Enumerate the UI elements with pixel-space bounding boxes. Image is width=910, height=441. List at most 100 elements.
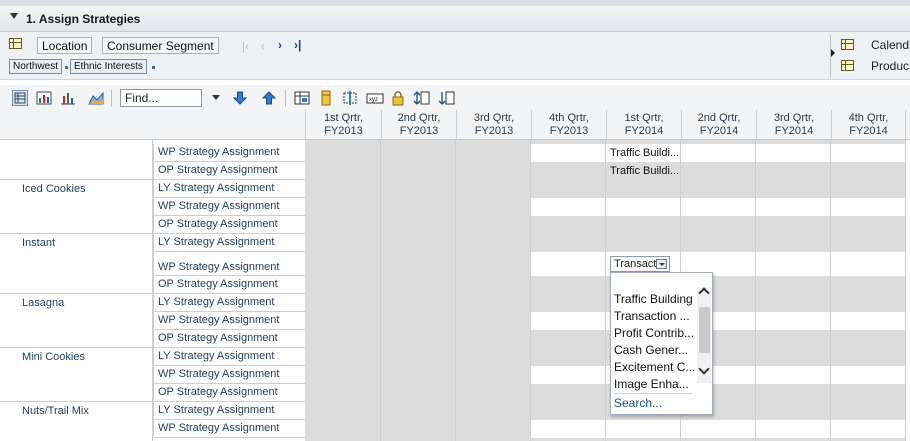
- toolbar-separator: [111, 90, 112, 107]
- column-header-q3-fy2014[interactable]: 3rd Qrtr, FY2014: [756, 110, 831, 140]
- column-header-q4-fy2013[interactable]: 4th Qrtr, FY2013: [531, 110, 606, 140]
- grid-icon[interactable]: [841, 39, 854, 50]
- spread-icon[interactable]: xyz: [366, 90, 384, 106]
- find-previous-icon[interactable]: [261, 90, 277, 106]
- product-iced-cookies[interactable]: Iced Cookies: [22, 183, 86, 195]
- dropdown-option-profit-contribution[interactable]: Profit Contrib...: [614, 325, 694, 341]
- measure-wp-strategy: WP Strategy Assignment: [153, 420, 305, 438]
- column-divider: [755, 140, 756, 441]
- dropdown-option-traffic-building[interactable]: Traffic Building: [614, 291, 693, 307]
- consumer-segment-button[interactable]: Consumer Segment: [102, 37, 219, 54]
- dropdown-option-transaction[interactable]: Transaction ...: [614, 308, 690, 324]
- measure-ly-strategy: LY Strategy Assignment: [153, 402, 305, 420]
- product-nuts-trail-mix[interactable]: Nuts/Trail Mix: [22, 405, 89, 417]
- strategy-select[interactable]: Transact: [610, 256, 670, 272]
- last-page-icon[interactable]: ›|: [294, 39, 301, 51]
- measure-op-strategy: OP Strategy Assignment: [153, 162, 305, 180]
- measure-ly-strategy: LY Strategy Assignment: [153, 348, 305, 366]
- chevron-down-icon[interactable]: [212, 95, 220, 100]
- format-icon[interactable]: [294, 90, 310, 106]
- next-page-icon[interactable]: ›: [278, 39, 282, 51]
- chevron-down-icon[interactable]: [656, 259, 667, 269]
- column-header-q1-fy2014[interactable]: 1st Qrtr, FY2014: [606, 110, 681, 140]
- measure-wp-strategy: WP Strategy Assignment: [153, 198, 305, 216]
- panel-header[interactable]: 1. Assign Strategies: [0, 6, 910, 32]
- column-header-label: 1st Qrtr, FY2013: [323, 112, 364, 137]
- find-input[interactable]: Find...: [120, 89, 202, 107]
- bar-chart-icon[interactable]: [60, 90, 76, 106]
- chart-table-icon[interactable]: [36, 90, 52, 106]
- data-cells-region: [531, 140, 906, 441]
- crumb-northwest[interactable]: Northwest: [9, 59, 63, 74]
- dropdown-scroll-thumb[interactable]: [699, 307, 710, 353]
- column-divider: [455, 140, 456, 441]
- strategy-dropdown[interactable]: Traffic Building Transaction ... Profit …: [610, 272, 713, 415]
- dropdown-option-excitement[interactable]: Excitement C...: [614, 359, 695, 375]
- divider: [0, 401, 153, 402]
- toolbar-separator: [285, 90, 286, 107]
- column-header-q3-fy2013[interactable]: 3rd Qrtr, FY2013: [456, 110, 531, 140]
- table-view-icon[interactable]: [12, 90, 28, 106]
- editable-row[interactable]: [531, 252, 906, 276]
- dropdown-divider: [614, 393, 692, 394]
- data-grid: Iced Cookies Instant Lasagna Mini Cookie…: [0, 140, 910, 441]
- divider: [0, 233, 153, 234]
- location-button[interactable]: Location: [37, 37, 93, 54]
- swap-columns-icon[interactable]: [438, 90, 455, 106]
- product-instant[interactable]: Instant: [22, 237, 55, 249]
- editable-row[interactable]: [531, 366, 906, 384]
- column-header-label: 4th Qrtr, FY2014: [848, 112, 889, 137]
- column-header-q1-fy2013[interactable]: 1st Qrtr, FY2013: [305, 110, 381, 140]
- column-header-label: 3rd Qrtr, FY2014: [773, 112, 815, 137]
- column-divider: [380, 140, 381, 441]
- strategy-select-value: Transact: [614, 258, 657, 270]
- editable-row[interactable]: [531, 144, 906, 162]
- grid-icon[interactable]: [841, 60, 854, 71]
- column-header-q2-fy2013[interactable]: 2nd Qrtr, FY2013: [381, 110, 456, 140]
- column-header-q4-fy2014[interactable]: 4th Qrtr, FY2014: [831, 110, 906, 140]
- swap-rows-icon[interactable]: [413, 90, 430, 106]
- grid-icon[interactable]: [9, 38, 22, 49]
- area-chart-icon[interactable]: [88, 90, 104, 106]
- column-divider: [605, 140, 606, 441]
- cell-op-traffic-building: Traffic Buildi...: [610, 165, 680, 177]
- column-header-label: 1st Qrtr, FY2014: [624, 112, 664, 137]
- measure-wp-strategy: WP Strategy Assignment: [153, 366, 305, 384]
- find-next-icon[interactable]: [232, 90, 248, 106]
- column-divider: [905, 140, 906, 441]
- divider: [0, 179, 153, 180]
- panel-title: 1. Assign Strategies: [26, 12, 141, 26]
- measure-wp-strategy: WP Strategy Assignment: [153, 144, 305, 162]
- column-header-label: 2nd Qrtr, FY2014: [697, 112, 741, 137]
- cell-wp-traffic-building[interactable]: Traffic Buildi...: [610, 145, 679, 162]
- split-icon[interactable]: [342, 90, 358, 106]
- column-header-label: 4th Qrtr, FY2013: [549, 112, 589, 137]
- column-divider: [830, 140, 831, 441]
- measure-op-strategy: OP Strategy Assignment: [153, 216, 305, 234]
- svg-text:xyz: xyz: [369, 97, 378, 103]
- editable-row[interactable]: [531, 198, 906, 216]
- product-mini-cookies[interactable]: Mini Cookies: [22, 351, 85, 363]
- divider: [0, 293, 153, 294]
- measure-wp-strategy: WP Strategy Assignment: [153, 312, 305, 330]
- measure-op-strategy: OP Strategy Assignment: [153, 276, 305, 294]
- column-header-q2-fy2014[interactable]: 2nd Qrtr, FY2014: [681, 110, 756, 140]
- editable-row[interactable]: [531, 312, 906, 330]
- dropdown-option-cash-generation[interactable]: Cash Gener...: [614, 342, 688, 358]
- collapse-icon[interactable]: [10, 13, 18, 19]
- right-dimension-panel: Calend Produc: [830, 35, 910, 78]
- calendar-dimension[interactable]: Calend: [871, 38, 909, 52]
- lock-icon[interactable]: [390, 90, 406, 106]
- previous-page-icon: ‹: [261, 39, 265, 53]
- expand-arrow-icon[interactable]: [831, 49, 835, 57]
- divider: [0, 347, 153, 348]
- product-lasagna[interactable]: Lasagna: [22, 297, 64, 309]
- highlight-icon[interactable]: [318, 90, 334, 106]
- dropdown-option-image-enhancement[interactable]: Image Enha...: [614, 376, 689, 392]
- measure-op-strategy: OP Strategy Assignment: [153, 330, 305, 348]
- product-dimension[interactable]: Produc: [871, 59, 909, 73]
- dropdown-search-link[interactable]: Search...: [614, 396, 662, 410]
- editable-row[interactable]: [531, 420, 906, 438]
- measure-op-strategy: OP Strategy Assignment: [153, 384, 305, 402]
- crumb-ethnic-interests[interactable]: Ethnic Interests: [70, 59, 147, 74]
